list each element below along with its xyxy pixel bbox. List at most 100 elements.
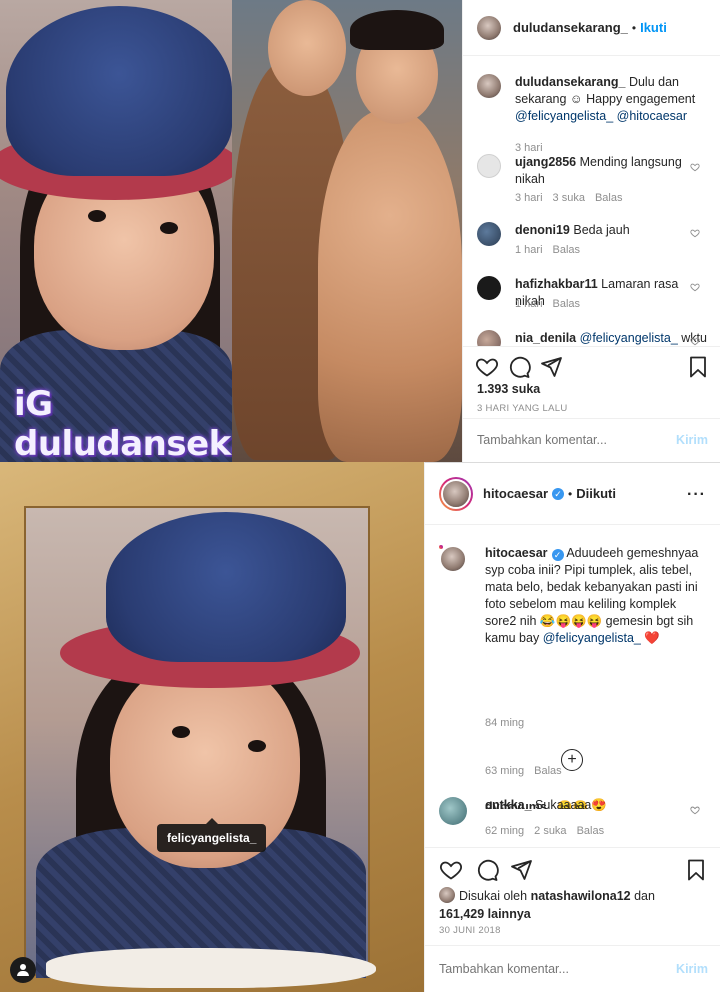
following-button[interactable]: Diikuti bbox=[576, 486, 616, 501]
comment-meta: 63 ming Balas bbox=[485, 765, 572, 777]
comment-time: 1 hari bbox=[515, 298, 543, 310]
post2-comments[interactable]: hitocaesar ✓ Aduudeeh gemeshnyaa syp coba… bbox=[425, 525, 720, 809]
reply-button[interactable]: Balas bbox=[577, 825, 605, 837]
bride-hair-shape bbox=[350, 10, 444, 50]
comment-text: denoni19 Beda jauh bbox=[515, 222, 695, 239]
comment-meta: 1 hari Balas bbox=[515, 244, 590, 256]
post-comment-button[interactable]: Kirim bbox=[676, 433, 708, 447]
hat-shape bbox=[106, 512, 346, 662]
post1-photo-child[interactable]: iG duludansekarang_ bbox=[0, 0, 232, 462]
story-ring[interactable] bbox=[439, 476, 473, 511]
comment-likes[interactable]: 3 suka bbox=[553, 192, 585, 204]
share-icon[interactable] bbox=[509, 858, 533, 882]
post2-comment-box: Kirim bbox=[425, 945, 720, 993]
comment-text: nia_denila @felicyangelista_ wktu bbox=[515, 330, 715, 346]
comment-avatar[interactable] bbox=[477, 222, 501, 246]
reply-button[interactable]: Balas bbox=[553, 298, 581, 310]
post2-sidebar: hitocaesar ✓ • Diikuti ··· hitocaesar ✓ A… bbox=[424, 462, 720, 992]
user-tag-button[interactable] bbox=[10, 957, 36, 983]
post2-author-avatar bbox=[441, 478, 471, 509]
post1-comment-box: Kirim bbox=[463, 418, 720, 464]
verified-icon: ✓ bbox=[552, 487, 565, 500]
user-tag-icon bbox=[17, 964, 29, 976]
reply-button[interactable]: Balas bbox=[553, 244, 581, 256]
comment-avatar[interactable] bbox=[439, 797, 467, 825]
post1-like-count[interactable]: 1.393 suka bbox=[477, 382, 540, 396]
comment-meta: 62 ming 2 suka Balas bbox=[485, 825, 614, 837]
photo-frame-inner bbox=[24, 506, 376, 988]
comment-time: 1 hari bbox=[515, 244, 543, 256]
follow-button[interactable]: Ikuti bbox=[640, 20, 667, 35]
post2-date: 30 JUNI 2018 bbox=[439, 925, 501, 936]
comment-username[interactable]: ujang2856 bbox=[515, 155, 576, 169]
separator-dot: • bbox=[568, 486, 573, 501]
comment-username[interactable]: denoni19 bbox=[515, 223, 570, 237]
caption-time: 3 hari bbox=[515, 142, 543, 154]
liked-by-prefix: Disukai oleh bbox=[459, 889, 528, 903]
comment-likes[interactable]: 2 suka bbox=[534, 825, 566, 837]
comment-meta: 1 hari Balas bbox=[515, 298, 590, 310]
caption-mention-felicy[interactable]: @felicyangelista_ bbox=[543, 631, 641, 645]
comment-avatar[interactable] bbox=[477, 330, 501, 346]
liked-by: Disukai oleh natashawilona12 dan 161,429… bbox=[439, 887, 709, 923]
caption-mention-hito[interactable]: @hitocaesar bbox=[617, 109, 687, 123]
more-icon[interactable]: ··· bbox=[687, 486, 706, 504]
caption-username[interactable]: duludansekarang_ bbox=[515, 75, 625, 89]
caption-username[interactable]: hitocaesar bbox=[485, 546, 548, 560]
heart-icon[interactable] bbox=[690, 162, 700, 172]
liked-by-count[interactable]: 161,429 lainnya bbox=[439, 907, 531, 921]
heart-icon[interactable] bbox=[690, 228, 700, 238]
heart-icon[interactable] bbox=[439, 858, 463, 882]
eye-shape bbox=[172, 726, 190, 738]
heart-icon[interactable] bbox=[690, 336, 700, 346]
post-comment-button[interactable]: Kirim bbox=[676, 962, 708, 976]
eye-shape bbox=[248, 740, 266, 752]
comment-input[interactable] bbox=[439, 962, 629, 976]
separator-dot: • bbox=[631, 20, 637, 35]
comment-input[interactable] bbox=[477, 433, 667, 447]
heart-icon[interactable] bbox=[475, 355, 499, 379]
heart-icon[interactable] bbox=[690, 282, 700, 292]
user-tag-label[interactable]: felicyangelista_ bbox=[157, 818, 267, 852]
watermark-text: iG duludansekarang_ bbox=[14, 384, 232, 462]
liked-by-avatar[interactable] bbox=[439, 887, 455, 903]
post1-action-bar bbox=[463, 346, 720, 386]
bookmark-icon[interactable] bbox=[686, 355, 710, 379]
comment-time: 3 hari bbox=[515, 192, 543, 204]
liked-by-user[interactable]: natashawilona12 bbox=[531, 889, 631, 903]
hat-shape bbox=[6, 6, 232, 176]
post2-author-username[interactable]: hitocaesar bbox=[483, 486, 548, 501]
comment-icon[interactable] bbox=[475, 858, 499, 882]
comment-avatar[interactable] bbox=[477, 154, 501, 178]
comment-time: 63 ming bbox=[485, 765, 525, 777]
eye-shape bbox=[160, 222, 178, 234]
comment-body: Beda jauh bbox=[573, 223, 630, 237]
liked-by-mid: dan bbox=[634, 889, 655, 903]
reply-button[interactable]: Balas bbox=[534, 765, 562, 777]
comment-username[interactable]: hafizhakbar11 bbox=[515, 277, 598, 291]
post2-photo[interactable] bbox=[0, 462, 424, 992]
caption-avatar bbox=[439, 545, 467, 573]
post1-author-avatar[interactable] bbox=[477, 15, 501, 40]
comment-meta: 3 hari 3 suka Balas bbox=[515, 192, 632, 204]
bookmark-icon[interactable] bbox=[684, 858, 708, 882]
comment-text: ujang2856 Mending langsung nikah bbox=[515, 154, 695, 188]
comment-mention[interactable]: @felicyangelista_ bbox=[580, 331, 678, 345]
comment-avatar[interactable] bbox=[477, 276, 501, 300]
post1-date: 3 HARI YANG LALU bbox=[477, 403, 568, 414]
caption-mention-felicy[interactable]: @felicyangelista_ bbox=[515, 109, 613, 123]
post1-sidebar: duludansekarang_ • Ikuti duludansekarang… bbox=[462, 0, 720, 462]
reply-button[interactable]: Balas bbox=[595, 192, 623, 204]
post1-comments[interactable]: duludansekarang_ Dulu dan sekarang ☺ Hap… bbox=[463, 56, 720, 346]
eye-shape bbox=[88, 210, 106, 222]
share-icon[interactable] bbox=[539, 355, 563, 379]
caption-avatar[interactable] bbox=[477, 74, 501, 98]
comment-icon[interactable] bbox=[507, 355, 531, 379]
heart-icon[interactable] bbox=[690, 805, 700, 815]
comment-username[interactable]: nia_denila bbox=[515, 331, 576, 345]
caption-story-ring[interactable] bbox=[439, 545, 467, 573]
post1-photo-couple[interactable] bbox=[232, 0, 462, 462]
post1-author-username[interactable]: duludansekarang_ bbox=[513, 20, 628, 35]
bride-shape bbox=[318, 110, 462, 462]
comment-username[interactable]: cntkka_ bbox=[485, 798, 532, 812]
